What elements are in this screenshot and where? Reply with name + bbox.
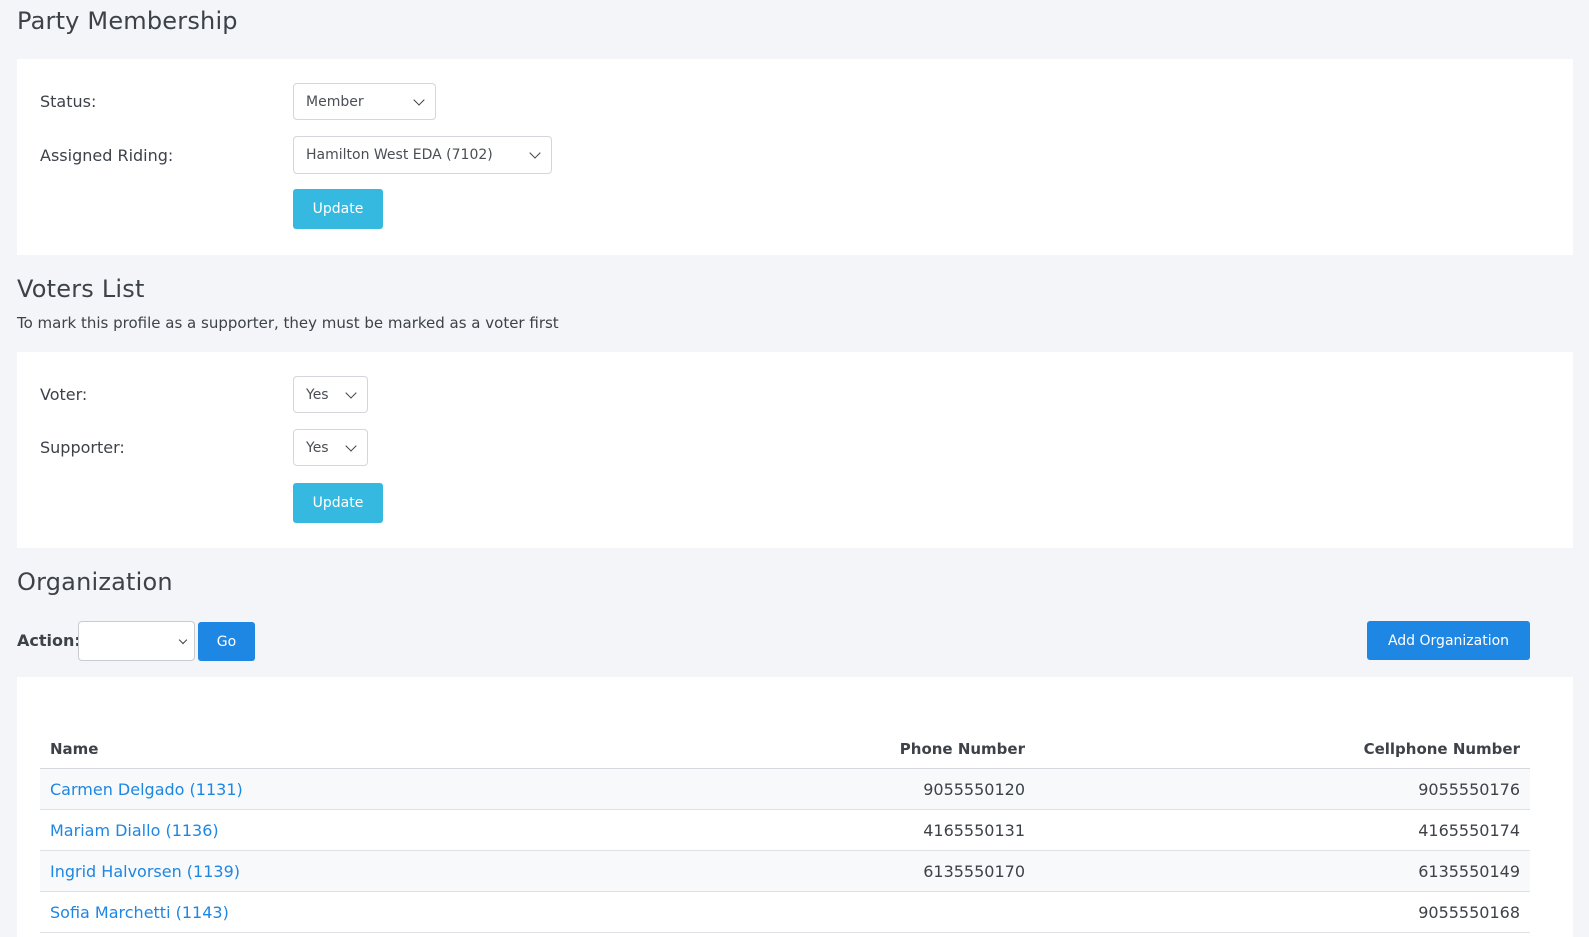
table-row: Carmen Delgado (1131) 9055550120 9055550…	[40, 768, 1530, 810]
organization-name-link[interactable]: Ingrid Halvorsen (1139)	[50, 862, 240, 881]
voters-list-card: Voter: Yes Supporter: Yes Update	[17, 352, 1573, 548]
table-row: Mariam Diallo (1136) 4165550131 41655501…	[40, 809, 1530, 851]
column-header-phone[interactable]: Phone Number	[600, 729, 1035, 769]
voters-list-title: Voters List	[17, 275, 145, 303]
name-cell: Sofia Marchetti (1143)	[40, 891, 600, 933]
organization-name-link[interactable]: Mariam Diallo (1136)	[50, 821, 219, 840]
voters-update-button[interactable]: Update	[293, 483, 383, 523]
chevron-down-icon	[345, 439, 357, 452]
supporter-label: Supporter:	[40, 438, 125, 457]
organization-name-link[interactable]: Sofia Marchetti (1143)	[50, 903, 229, 922]
go-button[interactable]: Go	[198, 622, 255, 661]
table-row: Ingrid Halvorsen (1139) 6135550170 61355…	[40, 850, 1530, 892]
status-row: Status: Member	[40, 83, 436, 120]
chevron-down-icon	[529, 147, 541, 159]
action-select[interactable]	[78, 621, 195, 661]
phone-cell: 6135550170	[600, 850, 1035, 892]
chevron-down-icon	[178, 635, 188, 645]
voter-row: Voter: Yes	[40, 376, 368, 413]
riding-row: Assigned Riding: Hamilton West EDA (7102…	[40, 136, 552, 174]
table-row: Sofia Marchetti (1143) 9055550168	[40, 891, 1530, 933]
riding-label: Assigned Riding:	[40, 145, 174, 165]
phone-cell	[600, 891, 1035, 933]
table-header-row: Name Phone Number Cellphone Number	[40, 729, 1530, 769]
organization-name-link[interactable]: Carmen Delgado (1131)	[50, 780, 243, 799]
phone-cell: 9055550120	[600, 768, 1035, 810]
riding-select[interactable]: Hamilton West EDA (7102)	[293, 136, 552, 174]
chevron-down-icon	[413, 93, 425, 106]
phone-cell: 4165550131	[600, 809, 1035, 851]
organization-table: Name Phone Number Cellphone Number Carme…	[40, 729, 1530, 933]
riding-select-value: Hamilton West EDA (7102)	[306, 147, 493, 163]
supporter-select-value: Yes	[306, 439, 329, 456]
action-label: Action:	[17, 631, 81, 650]
column-header-cellphone[interactable]: Cellphone Number	[1035, 729, 1530, 769]
cellphone-cell: 9055550168	[1035, 891, 1530, 933]
voter-select[interactable]: Yes	[293, 376, 368, 413]
voters-list-subtitle: To mark this profile as a supporter, the…	[17, 314, 559, 332]
supporter-row: Supporter: Yes	[40, 429, 368, 466]
name-cell: Carmen Delgado (1131)	[40, 768, 600, 810]
voter-select-value: Yes	[306, 386, 329, 403]
voter-label: Voter:	[40, 385, 88, 404]
add-organization-button[interactable]: Add Organization	[1367, 621, 1530, 660]
organization-title: Organization	[17, 568, 173, 596]
party-membership-title: Party Membership	[17, 7, 238, 35]
party-membership-card: Status: Member Assigned Riding: Hamilton…	[17, 59, 1573, 255]
cellphone-cell: 4165550174	[1035, 809, 1530, 851]
status-label: Status:	[40, 92, 97, 111]
status-select-value: Member	[306, 93, 364, 110]
supporter-select[interactable]: Yes	[293, 429, 368, 466]
name-cell: Mariam Diallo (1136)	[40, 809, 600, 851]
organization-action-bar: Action: Go Add Organization	[17, 621, 1530, 661]
name-cell: Ingrid Halvorsen (1139)	[40, 850, 600, 892]
column-header-name[interactable]: Name	[40, 729, 600, 769]
chevron-down-icon	[345, 386, 357, 399]
status-select[interactable]: Member	[293, 83, 436, 120]
membership-update-button[interactable]: Update	[293, 189, 383, 229]
cellphone-cell: 9055550176	[1035, 768, 1530, 810]
organization-table-card: Name Phone Number Cellphone Number Carme…	[17, 677, 1573, 937]
cellphone-cell: 6135550149	[1035, 850, 1530, 892]
